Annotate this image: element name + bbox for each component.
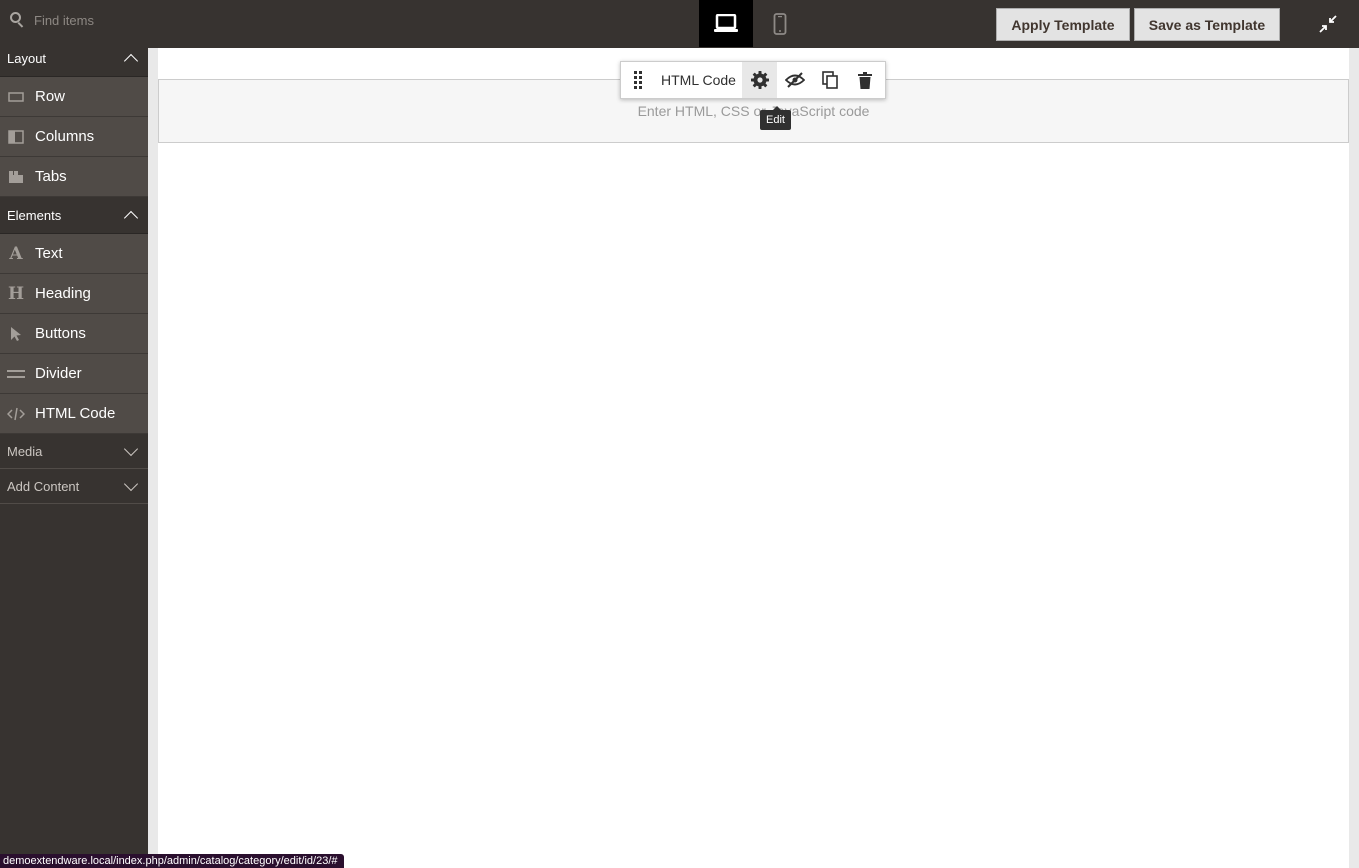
sidebar-item-label: HTML Code: [35, 405, 116, 422]
row-icon: [7, 88, 25, 106]
toolbar-title: HTML Code: [661, 72, 736, 88]
duplicate-button[interactable]: [812, 62, 847, 98]
drag-handle-icon: [634, 71, 642, 89]
sidebar-item-label: Tabs: [35, 168, 67, 185]
pointer-icon: [7, 325, 25, 343]
sidebar-item-buttons[interactable]: Buttons: [0, 314, 148, 354]
element-toolbar: HTML Code: [620, 61, 886, 99]
sidebar-item-label: Buttons: [35, 325, 86, 342]
eye-slash-icon: [784, 72, 805, 88]
columns-icon: [7, 128, 25, 146]
chevron-down-icon: [123, 476, 139, 491]
search-bar: [0, 0, 148, 40]
sidebar-item-divider[interactable]: Divider: [0, 354, 148, 394]
desktop-view-button[interactable]: [699, 0, 753, 47]
sidebar-item-label: Columns: [35, 128, 95, 145]
stage-right-border: [1349, 48, 1359, 868]
chevron-up-icon: [123, 53, 139, 68]
tabs-icon: [7, 168, 25, 186]
chevron-up-icon: [123, 210, 139, 225]
sidebar-item-tabs[interactable]: Tabs: [0, 157, 148, 197]
copy-icon: [821, 71, 838, 89]
edit-tooltip: Edit: [760, 106, 791, 130]
gear-icon: [750, 71, 769, 89]
search-icon: [10, 12, 26, 28]
sidebar-item-label: Divider: [35, 365, 82, 382]
html-code-placeholder: Enter HTML, CSS or JavaScript code: [637, 103, 870, 119]
mobile-icon: [773, 12, 787, 35]
search-input[interactable]: [34, 12, 144, 28]
group-elements-title: Elements: [7, 207, 62, 223]
sidebar-item-row[interactable]: Row: [0, 77, 148, 117]
save-as-template-button[interactable]: Save as Template: [1134, 8, 1280, 41]
remove-button[interactable]: [847, 62, 882, 98]
sidebar-panel: Layout Row Columns Tabs Elements A Text …: [0, 40, 148, 868]
mobile-view-button[interactable]: [753, 0, 807, 47]
sidebar-item-html-code[interactable]: HTML Code: [0, 394, 148, 434]
sidebar-item-label: Row: [35, 88, 66, 105]
laptop-icon: [714, 13, 738, 32]
sidebar-item-columns[interactable]: Columns: [0, 117, 148, 157]
group-layout-header[interactable]: Layout: [0, 40, 148, 77]
hide-button[interactable]: [777, 62, 812, 98]
group-layout-title: Layout: [7, 50, 47, 66]
status-bar-url: demoextendware.local/index.php/admin/cat…: [0, 854, 344, 868]
trash-icon: [857, 71, 872, 89]
sidebar-item-label: Heading: [35, 285, 91, 302]
chevron-down-icon: [123, 441, 139, 456]
apply-template-button[interactable]: Apply Template: [996, 8, 1130, 41]
sidebar-item-label: Text: [35, 245, 63, 262]
code-icon: [7, 405, 25, 423]
stage-left-border: [148, 48, 158, 868]
group-add-content-header[interactable]: Add Content: [0, 469, 148, 504]
drag-handle[interactable]: [621, 62, 655, 98]
group-media-header[interactable]: Media: [0, 434, 148, 469]
text-icon: A: [9, 243, 23, 264]
sidebar-item-text[interactable]: A Text: [0, 234, 148, 274]
group-elements-header[interactable]: Elements: [0, 197, 148, 234]
group-media-title: Media: [7, 443, 43, 459]
group-add-content-title: Add Content: [7, 478, 80, 494]
divider-icon: [7, 365, 25, 383]
collapse-icon: [1319, 15, 1337, 33]
exit-fullscreen-button[interactable]: [1318, 14, 1338, 34]
edit-button[interactable]: [742, 62, 777, 98]
top-bar: Apply Template Save as Template: [0, 0, 1359, 48]
heading-icon: H: [7, 283, 25, 304]
sidebar-item-heading[interactable]: H Heading: [0, 274, 148, 314]
